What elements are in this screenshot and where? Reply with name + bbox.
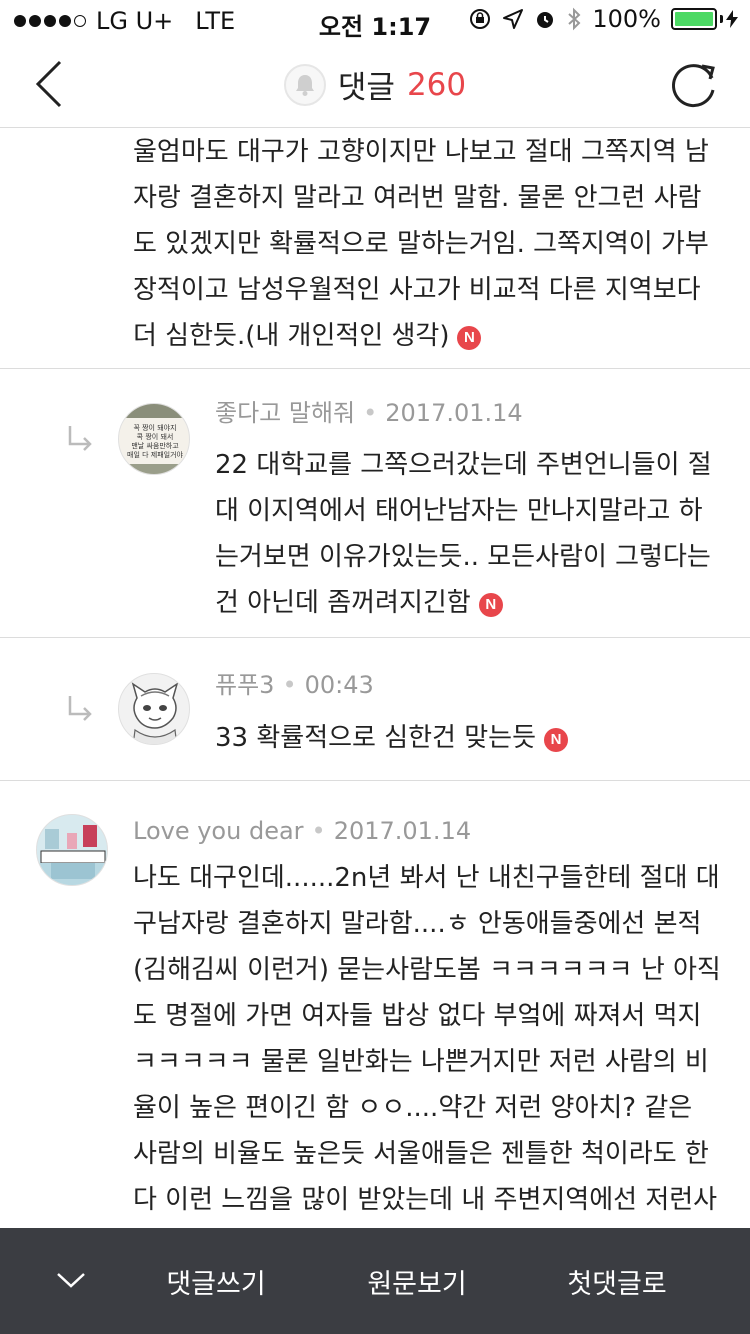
battery-percent: 100%: [592, 5, 661, 33]
location-arrow-icon: [502, 8, 524, 30]
chevron-down-icon: [57, 1273, 85, 1288]
comment-date: 00:43: [304, 671, 374, 699]
comment-count: 260: [406, 66, 467, 103]
alarm-clock-icon: [534, 8, 556, 30]
comment-item: 꼭 짱이 돼야지 콕 짱이 돼서 맨날 싸움만하고 매일 다 제패일거야 좋다고…: [0, 369, 750, 638]
comment-author[interactable]: Love you dear: [133, 817, 304, 845]
header-title-group: 댓글 260: [0, 62, 750, 107]
status-right: 100%: [468, 5, 738, 33]
meta-separator: •: [363, 399, 378, 427]
comment-date: 2017.01.14: [333, 817, 472, 845]
comment-author[interactable]: 퓨푸3: [215, 671, 274, 699]
avatar-line: 꼭 짱이 돼야지: [133, 423, 176, 432]
view-original-button[interactable]: 원문보기: [327, 1262, 507, 1301]
battery-icon: [671, 8, 738, 30]
avatar[interactable]: 꼭 짱이 돼야지 콕 짱이 돼서 맨날 싸움만하고 매일 다 제패일거야: [118, 403, 190, 475]
comment-text: 22 대학교를 그쪽으러갔는데 주변언니들이 절대 이지역에서 태어난남자는 만…: [215, 450, 712, 618]
first-comment-button[interactable]: 첫댓글로: [527, 1262, 707, 1301]
comment-item: 퓨푸3 • 00:43 33 확률적으로 심한건 맞는듯 N: [0, 638, 750, 781]
page-title: 댓글: [337, 70, 395, 106]
bluetooth-icon: [566, 7, 582, 31]
comment-author[interactable]: 좋다고 말해줘: [215, 399, 355, 427]
refresh-icon: [671, 64, 715, 108]
header: 댓글 260: [0, 40, 750, 128]
comment-date: 2017.01.14: [385, 399, 523, 427]
meta-separator: •: [311, 817, 326, 845]
new-badge: N: [457, 326, 482, 350]
avatar-line: 콕 짱이 돼서: [137, 432, 174, 441]
meta-separator: •: [282, 671, 297, 699]
new-badge: N: [478, 593, 503, 617]
new-badge: N: [544, 728, 568, 752]
collapse-button[interactable]: [52, 1266, 90, 1294]
comment-text: 울엄마도 대구가 고향이지만 나보고 절대 그쪽지역 남자랑 결혼하지 말라고 …: [133, 137, 709, 351]
bell-icon[interactable]: [283, 63, 326, 106]
comment-item: Love you dear • 2017.01.14 나도 대구인데......2n…: [0, 781, 750, 1227]
avatar-line: 매일 다 제패일거야: [127, 450, 184, 459]
avatar[interactable]: [118, 673, 190, 745]
status-bar: LG U+ LTE 오전 1:17 100%: [0, 0, 750, 41]
orientation-lock-icon: [468, 7, 492, 31]
avatar-line: 맨날 싸움만하고: [131, 441, 179, 450]
comment-list[interactable]: 울엄마도 대구가 고향이지만 나보고 절대 그쪽지역 남자랑 결혼하지 말라고 …: [0, 129, 750, 1227]
comment-text: 나도 대구인데......2n년 봐서 난 내친구들한테 절대 대구남자랑 결혼…: [133, 855, 723, 1227]
comment-text: 33 확률적으로 심한건 맞는듯 N: [215, 715, 725, 761]
comment-meta: 좋다고 말해줘 • 2017.01.14: [215, 396, 523, 430]
reply-arrow-icon: [68, 426, 92, 451]
comment-meta: 퓨푸3 • 00:43: [215, 668, 374, 702]
refresh-button[interactable]: [666, 56, 722, 112]
comment-item: 울엄마도 대구가 고향이지만 나보고 절대 그쪽지역 남자랑 결혼하지 말라고 …: [0, 129, 750, 369]
comment-meta: Love you dear • 2017.01.14: [133, 814, 471, 848]
avatar[interactable]: [36, 814, 108, 886]
bottom-toolbar: 댓글쓰기 원문보기 첫댓글로: [0, 1228, 750, 1334]
write-comment-button[interactable]: 댓글쓰기: [126, 1262, 306, 1301]
reply-arrow-icon: [68, 696, 92, 721]
